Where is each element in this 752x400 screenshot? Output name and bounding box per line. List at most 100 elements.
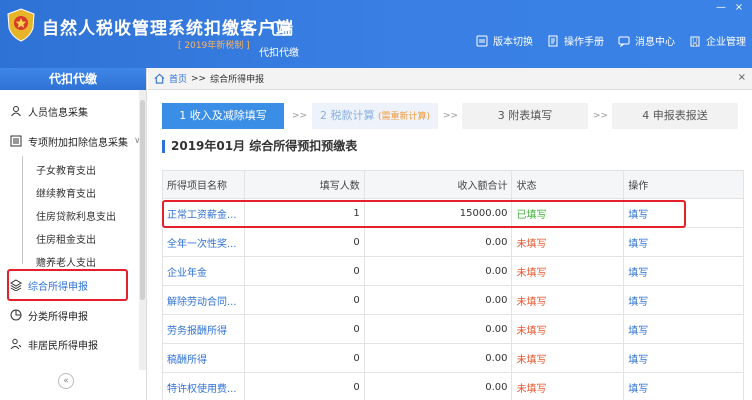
cell-action-fill[interactable]: 填写	[623, 372, 744, 400]
header-action: 操作	[623, 170, 744, 199]
sub-item-mortgage-interest[interactable]: 住房贷款利息支出	[36, 208, 116, 223]
top-menu: 版本切换 操作手册 消息中心 企业管理	[476, 33, 746, 48]
window-controls: — ×	[714, 2, 746, 14]
manual-icon	[548, 35, 558, 46]
home-icon	[154, 73, 165, 84]
user-icon	[11, 106, 21, 117]
message-icon	[618, 36, 630, 47]
cell-status: 未填写	[511, 256, 625, 286]
step-arrow: >>	[443, 111, 459, 121]
step-income-deduction[interactable]: 1 收入及减除填写	[162, 103, 284, 129]
sub-item-children-education[interactable]: 子女教育支出	[36, 162, 96, 177]
cell-action-fill[interactable]: 填写	[623, 285, 744, 315]
cell-income: 0.00	[363, 227, 513, 257]
cell-item-name[interactable]: 解除劳动合同...	[162, 285, 245, 315]
header-item-name: 所得项目名称	[162, 170, 245, 199]
manual-button[interactable]: 操作手册	[547, 33, 604, 48]
pie-icon	[10, 309, 22, 321]
step-label: 2 税款计算	[319, 109, 375, 122]
enterprise-label: 企业管理	[706, 37, 746, 48]
manual-label: 操作手册	[564, 37, 604, 48]
step-arrow: >>	[292, 111, 308, 121]
step-tax-calculation[interactable]: 2 税款计算 (需重新计算)	[312, 103, 438, 129]
table-row: 特许权使用费... 0 0.00 未填写 填写	[162, 372, 744, 400]
breadcrumb: 首页 >> 综合所得申报 ×	[148, 68, 752, 90]
cell-status: 未填写	[511, 343, 625, 373]
sub-item-housing-rent[interactable]: 住房租金支出	[36, 231, 96, 246]
close-button[interactable]: ×	[732, 2, 746, 14]
sidebar-item-personnel[interactable]: 人员信息采集	[0, 100, 140, 122]
cell-status: 未填写	[511, 372, 625, 400]
sub-item-continuing-education[interactable]: 继续教育支出	[36, 185, 96, 200]
cell-count: 0	[243, 227, 365, 257]
table-row: 解除劳动合同... 0 0.00 未填写 填写	[162, 285, 744, 315]
tax-emblem-icon	[7, 8, 35, 42]
cell-count: 0	[243, 314, 365, 344]
cell-action-fill[interactable]: 填写	[623, 343, 744, 373]
wallet-icon[interactable]	[271, 18, 291, 38]
cell-count: 0	[243, 343, 365, 373]
highlight-box-row	[162, 200, 686, 228]
person-icon	[10, 338, 22, 350]
step-recalc-note: (需重新计算)	[377, 112, 431, 122]
sidebar-item-label: 分类所得申报	[28, 311, 88, 323]
highlight-box-sidebar	[7, 269, 128, 301]
title-bar: 自然人税收管理系统扣缴客户端 [ 2019年新税制 ] 代扣代缴 — × 版本切…	[0, 0, 752, 68]
header-count: 填写人数	[243, 170, 365, 199]
cell-status: 未填写	[511, 314, 625, 344]
sidebar-item-special-deduction[interactable]: 专项附加扣除信息采集 ∨	[0, 130, 141, 152]
cell-item-name[interactable]: 稿酬所得	[162, 343, 245, 373]
list-icon	[10, 135, 22, 147]
version-switch-button[interactable]: 版本切换	[476, 33, 533, 48]
cell-action-fill[interactable]: 填写	[623, 256, 744, 286]
sidebar-scrollbar-thumb[interactable]	[140, 100, 145, 300]
sidebar-item-nonresident-income[interactable]: 非居民所得申报	[0, 333, 140, 355]
table-row: 全年一次性奖... 0 0.00 未填写 填写	[162, 227, 744, 257]
cell-item-name[interactable]: 全年一次性奖...	[162, 227, 245, 257]
message-center-button[interactable]: 消息中心	[618, 33, 675, 48]
cell-income: 0.00	[363, 256, 513, 286]
sidebar-item-label: 非居民所得申报	[28, 340, 98, 352]
step-arrow: >>	[593, 111, 609, 121]
sidebar-item-label: 专项附加扣除信息采集	[28, 137, 128, 149]
cell-status: 未填写	[511, 227, 625, 257]
breadcrumb-home-link[interactable]: 首页	[169, 72, 187, 85]
breadcrumb-separator: >>	[191, 73, 207, 84]
cell-status: 未填写	[511, 285, 625, 315]
minimize-button[interactable]: —	[714, 2, 728, 14]
form-title: 2019年01月 综合所得预扣预缴表	[162, 140, 357, 153]
cell-action-fill[interactable]: 填写	[623, 314, 744, 344]
sidebar-header: 代扣代缴	[0, 68, 146, 90]
enterprise-icon	[690, 36, 700, 46]
collapse-sidebar-button[interactable]: «	[58, 373, 74, 389]
sidebar-item-label: 人员信息采集	[28, 107, 88, 119]
sidebar-item-classified-income[interactable]: 分类所得申报	[0, 304, 140, 326]
table-row: 劳务报酬所得 0 0.00 未填写 填写	[162, 314, 744, 344]
sub-item-elderly-support[interactable]: 赡养老人支出	[36, 254, 96, 269]
breadcrumb-current: 综合所得申报	[210, 75, 265, 85]
app-title: 自然人税收管理系统扣缴客户端	[42, 19, 294, 39]
version-badge: [ 2019年新税制 ]	[178, 41, 250, 51]
app-window: 自然人税收管理系统扣缴客户端 [ 2019年新税制 ] 代扣代缴 — × 版本切…	[0, 0, 752, 400]
header-status: 状态	[511, 170, 625, 199]
cell-count: 0	[243, 372, 365, 400]
proxy-label[interactable]: 代扣代缴	[259, 44, 299, 59]
cell-item-name[interactable]: 劳务报酬所得	[162, 314, 245, 344]
cell-income: 0.00	[363, 372, 513, 400]
step-attachments[interactable]: 3 附表填写	[462, 103, 588, 129]
header-income-total: 收入额合计	[363, 170, 513, 199]
enterprise-button[interactable]: 企业管理	[689, 33, 746, 48]
cell-item-name[interactable]: 企业年金	[162, 256, 245, 286]
table-row: 企业年金 0 0.00 未填写 填写	[162, 256, 744, 286]
close-tab-icon[interactable]: ×	[738, 72, 746, 83]
sidebar-scrollbar[interactable]	[139, 90, 146, 370]
table-header-row: 所得项目名称 填写人数 收入额合计 状态 操作	[162, 170, 744, 199]
cell-income: 0.00	[363, 314, 513, 344]
step-submit[interactable]: 4 申报表报送	[612, 103, 738, 129]
cell-item-name[interactable]: 特许权使用费...	[162, 372, 245, 400]
cell-income: 0.00	[363, 343, 513, 373]
table-row: 稿酬所得 0 0.00 未填写 填写	[162, 343, 744, 373]
cell-count: 0	[243, 256, 365, 286]
cell-action-fill[interactable]: 填写	[623, 227, 744, 257]
tree-line	[22, 156, 23, 264]
